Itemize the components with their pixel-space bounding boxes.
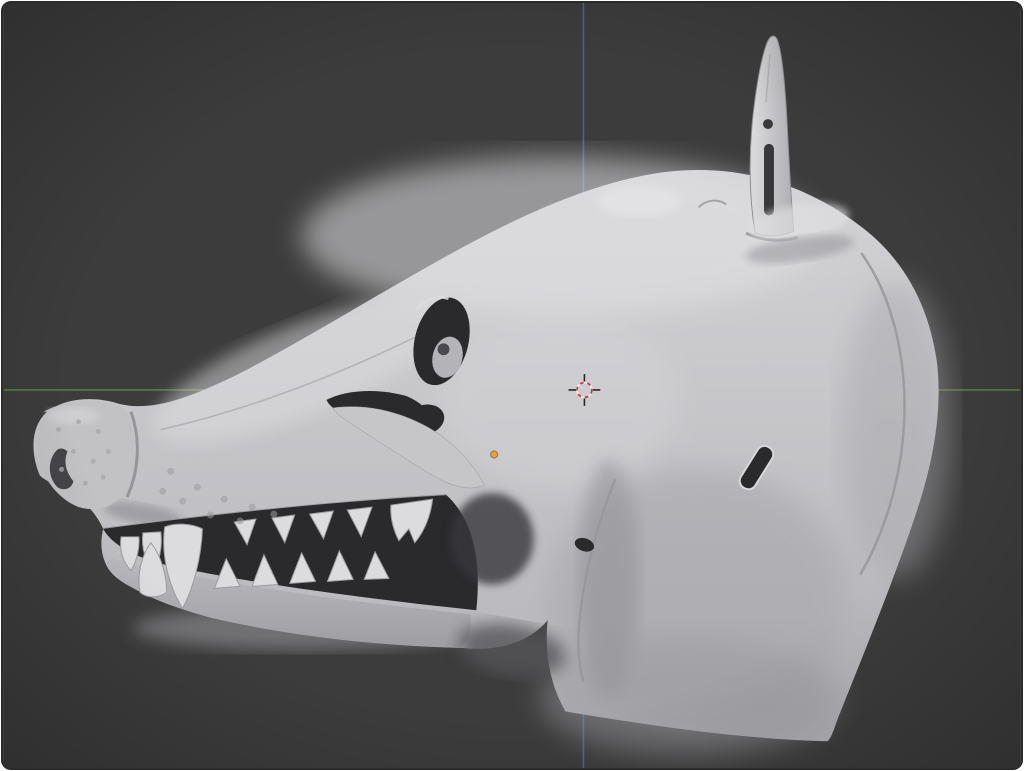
vignette-overlay [4, 3, 1020, 768]
3d-viewport[interactable] [1, 1, 1023, 770]
object-origin-point [491, 451, 498, 458]
screenshot-stage [0, 0, 1024, 771]
viewport-canvas[interactable] [3, 3, 1021, 768]
